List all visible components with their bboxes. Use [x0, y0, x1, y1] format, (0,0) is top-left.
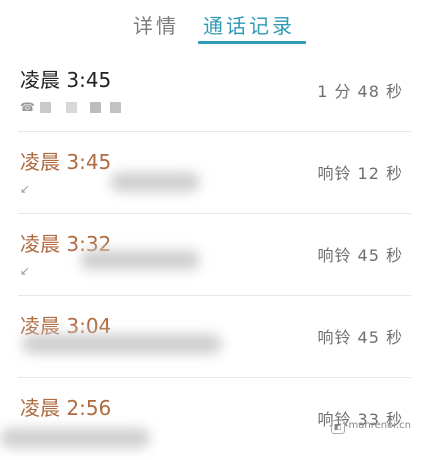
- tab-details[interactable]: 详情: [133, 10, 179, 39]
- redacted-number: [0, 428, 150, 448]
- watermark-text: manrenoi.cn: [348, 420, 412, 431]
- redacted-number: [110, 102, 121, 113]
- call-time: 凌晨 3:45: [20, 150, 112, 174]
- call-duration: 1 分 48 秒: [317, 82, 403, 101]
- redacted-number: [80, 250, 200, 270]
- watermark-logo-icon: ◧: [330, 420, 345, 434]
- call-time: 凌晨 2:56: [20, 396, 112, 420]
- call-duration: 响铃 45 秒: [317, 246, 403, 265]
- redacted-number: [66, 102, 77, 113]
- call-duration: 响铃 45 秒: [317, 328, 403, 347]
- redacted-number: [110, 172, 200, 192]
- missed-call-icon: ↙: [20, 264, 31, 278]
- phone-icon: ☎: [20, 100, 35, 114]
- call-log-row[interactable]: 凌晨 3:45 ☎ 1 分 48 秒: [0, 50, 425, 132]
- watermark: ◧ manrenoi.cn: [329, 418, 416, 434]
- call-log-row[interactable]: 凌晨 3:32 ↙ 响铃 45 秒: [0, 214, 425, 296]
- redacted-number: [22, 334, 222, 354]
- call-log-row[interactable]: 凌晨 3:04 响铃 45 秒: [0, 296, 425, 378]
- redacted-number: [40, 102, 51, 113]
- tab-bar: 详情 通话记录: [0, 0, 425, 48]
- tab-call-log[interactable]: 通话记录: [203, 10, 295, 39]
- call-time: 凌晨 3:45: [20, 68, 112, 92]
- missed-call-icon: ↙: [20, 182, 31, 196]
- call-log-row[interactable]: 凌晨 3:45 ↙ 响铃 12 秒: [0, 132, 425, 214]
- redacted-number: [90, 102, 101, 113]
- call-duration: 响铃 12 秒: [317, 164, 403, 183]
- active-tab-indicator: [198, 41, 306, 44]
